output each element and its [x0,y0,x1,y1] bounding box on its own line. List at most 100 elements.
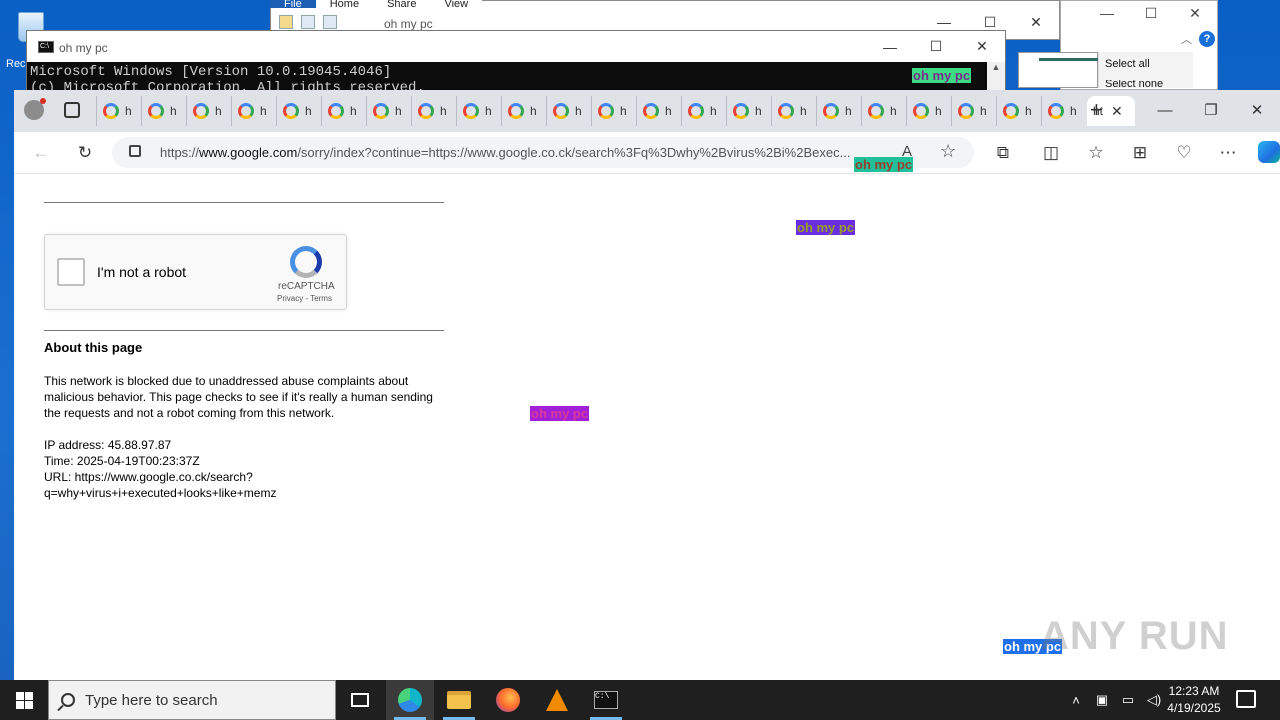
tab-label: h [260,104,267,118]
browser-tab[interactable]: h [636,96,681,126]
browser-tab[interactable]: h [96,96,141,126]
url-text[interactable]: https://www.google.com/sorry/index?conti… [160,145,890,160]
tab-label: h [1070,104,1077,118]
help-icon[interactable]: ? [1199,31,1215,47]
browser-tab[interactable]: h [411,96,456,126]
cmd-title: oh my pc [59,41,108,55]
browser-tab[interactable]: h [681,96,726,126]
oh-my-pc-stamp: oh my pc [796,220,856,235]
favorite-star-icon[interactable]: ☆ [940,141,956,162]
recaptcha-label: I'm not a robot [97,264,187,280]
scroll-up-arrow[interactable]: ▲ [987,62,1005,91]
browser-tab[interactable]: h [951,96,996,126]
network-icon[interactable]: ▭ [1120,692,1136,708]
collections-icon[interactable]: ⊞ [1129,142,1151,164]
browser-tab[interactable]: h [231,96,276,126]
browser-tab[interactable]: h [546,96,591,126]
browser-tab[interactable]: h [456,96,501,126]
tab-close-icon[interactable]: ✕ [1111,103,1123,120]
address-bar[interactable]: https://www.google.com/sorry/index?conti… [112,137,974,168]
folder-icon[interactable] [279,15,293,29]
maximize-button[interactable]: ☐ [913,31,959,62]
browser-tab[interactable]: h [591,96,636,126]
browser-tab[interactable]: h [321,96,366,126]
system-tray: ˄ ▣ ▭ ◁) [1068,680,1162,720]
browser-tab[interactable]: h [366,96,411,126]
minimize-button[interactable]: — [1142,90,1188,130]
lock-icon[interactable] [129,145,141,157]
close-button[interactable]: ✕ [959,31,1005,62]
extensions-icon[interactable]: ⧉ [992,142,1014,164]
vlc-taskbar-button[interactable] [533,680,581,720]
notification-icon[interactable] [1236,690,1256,708]
cmd-window[interactable]: C:\ oh my pc — ☐ ✕ Microsoft Windows [Ve… [26,30,1006,91]
chevron-up-icon[interactable]: ˄ [1068,692,1084,708]
browser-tab[interactable]: h [1041,96,1086,126]
oh-my-pc-stamp: oh my pc [912,68,972,83]
taskbar-search[interactable]: Type here to search [48,680,336,720]
browser-tab[interactable]: h [771,96,816,126]
browser-tab[interactable]: h [186,96,231,126]
more-options-icon[interactable]: ⋯ [1217,142,1239,164]
clock-time: 12:23 AM [1168,684,1220,698]
split-screen-icon[interactable]: ◫ [1040,142,1062,164]
console-output[interactable]: Microsoft Windows [Version 10.0.19045.40… [27,62,989,91]
minimize-button[interactable]: — [1085,3,1129,23]
google-favicon-icon [373,103,389,119]
recaptcha-widget: I'm not a robot reCAPTCHA Privacy - Term… [44,234,347,310]
browser-tab[interactable]: h [816,96,861,126]
mini-window[interactable] [1018,52,1099,88]
minimize-button[interactable]: — [867,31,913,62]
browser-tab[interactable]: h [501,96,546,126]
cmd-titlebar[interactable]: C:\ oh my pc — ☐ ✕ [27,31,1005,62]
close-button[interactable]: ✕ [1234,90,1280,130]
new-folder-icon[interactable] [323,15,337,29]
google-favicon-icon [508,103,524,119]
task-view-button[interactable] [336,680,384,720]
restore-button[interactable]: ❐ [1188,90,1234,130]
cmd-taskbar-button[interactable]: C:\ [582,680,630,720]
device-icon[interactable]: ▣ [1094,692,1110,708]
recaptcha-checkbox[interactable] [57,258,85,286]
tab-label: h [800,104,807,118]
google-favicon-icon [1003,103,1019,119]
firefox-taskbar-button[interactable] [484,680,532,720]
clock[interactable]: 12:23 AM 4/19/2025 [1160,683,1228,717]
ribbon-tab-view[interactable]: View [430,0,483,8]
google-favicon-icon [868,103,884,119]
url-domain: www.google.com [199,145,298,160]
browser-essentials-icon[interactable]: ♡ [1173,142,1195,164]
ribbon-tab-home[interactable]: Home [315,0,374,8]
copilot-icon[interactable] [1258,141,1280,163]
browser-tab[interactable]: h [906,96,951,126]
select-all-button[interactable]: Select all [1105,58,1150,70]
select-none-button[interactable]: Select none [1105,80,1163,88]
browser-tab[interactable]: h [996,96,1041,126]
new-tab-button[interactable]: + [1090,99,1103,121]
profile-avatar-icon[interactable] [24,98,46,120]
browser-tab[interactable]: h [276,96,321,126]
tab-label: h [575,104,582,118]
favorites-icon[interactable]: ☆ [1085,142,1107,164]
browser-tab[interactable]: h [861,96,906,126]
browser-tab[interactable]: h [726,96,771,126]
tab-actions-icon[interactable] [64,102,80,118]
browser-toolbar: ← ↻ https://www.google.com/sorry/index?c… [14,132,1280,174]
ribbon-tab-share[interactable]: Share [373,0,431,8]
close-button[interactable]: ✕ [1173,3,1217,23]
recaptcha-terms-link[interactable]: Privacy - Terms [277,294,332,303]
chevron-up-icon[interactable]: ︿ [1181,31,1192,47]
tab-label: h [395,104,402,118]
start-button[interactable] [0,680,48,720]
refresh-icon[interactable]: ↻ [74,142,96,164]
close-button[interactable]: ✕ [1013,9,1059,35]
back-arrow-icon[interactable]: ← [30,142,52,164]
browser-tab[interactable]: h [141,96,186,126]
ribbon-tab-file[interactable]: File [270,0,316,8]
maximize-button[interactable]: ☐ [1129,3,1173,23]
tab-label: h [215,104,222,118]
url-rest: /sorry/index?continue=https://www.google… [297,145,851,160]
properties-icon[interactable] [301,15,315,29]
file-explorer-taskbar-button[interactable] [435,680,483,720]
edge-taskbar-button[interactable] [386,680,434,720]
